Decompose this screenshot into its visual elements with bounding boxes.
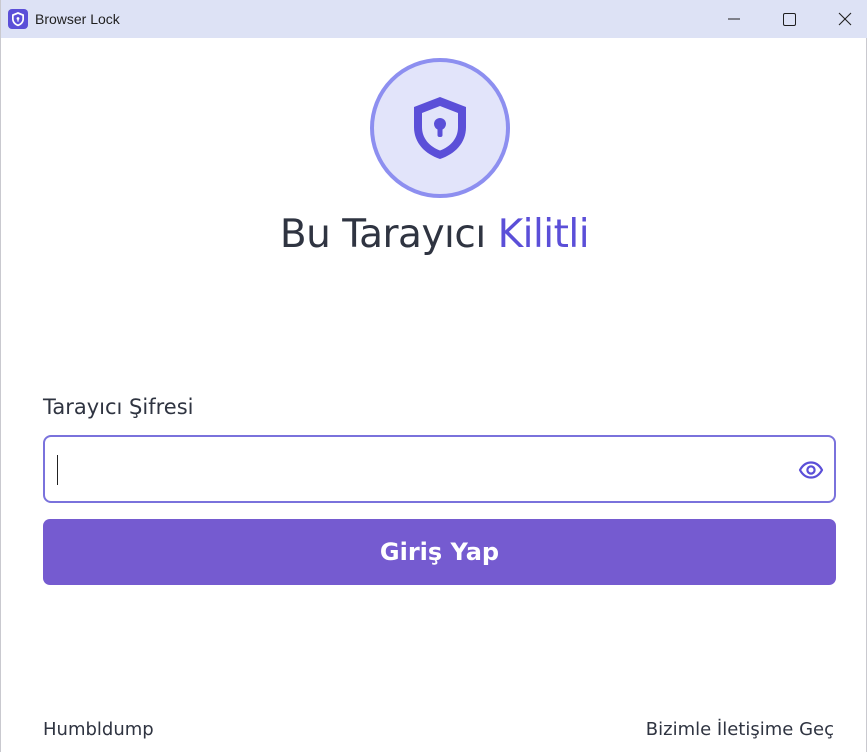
app-shield-icon xyxy=(8,9,28,29)
app-window: Browser Lock Bu Tarayıcı Kilitli Tarayıc… xyxy=(0,0,867,752)
title-bar[interactable]: Browser Lock xyxy=(1,0,867,38)
shield-keyhole-icon xyxy=(414,97,466,159)
close-icon xyxy=(838,12,852,26)
maximize-icon xyxy=(782,12,796,26)
text-caret xyxy=(57,455,58,485)
password-input[interactable] xyxy=(55,449,785,489)
minimize-button[interactable] xyxy=(711,0,757,38)
password-label: Tarayıcı Şifresi xyxy=(43,395,194,419)
minimize-icon xyxy=(728,18,740,20)
show-password-toggle[interactable] xyxy=(798,458,824,482)
footer-brand: Humbldump xyxy=(43,719,154,740)
page-title: Bu Tarayıcı Kilitli xyxy=(1,212,867,257)
close-button[interactable] xyxy=(822,0,867,38)
title-accent: Kilitli xyxy=(497,212,590,257)
title-prefix: Bu Tarayıcı xyxy=(279,212,486,257)
contact-link[interactable]: Bizimle İletişime Geç xyxy=(646,719,834,740)
login-button[interactable]: Giriş Yap xyxy=(43,519,836,585)
maximize-button[interactable] xyxy=(766,0,812,38)
logo-badge xyxy=(370,58,510,198)
eye-icon xyxy=(798,461,824,479)
window-title: Browser Lock xyxy=(35,11,120,27)
password-field[interactable] xyxy=(43,435,836,503)
